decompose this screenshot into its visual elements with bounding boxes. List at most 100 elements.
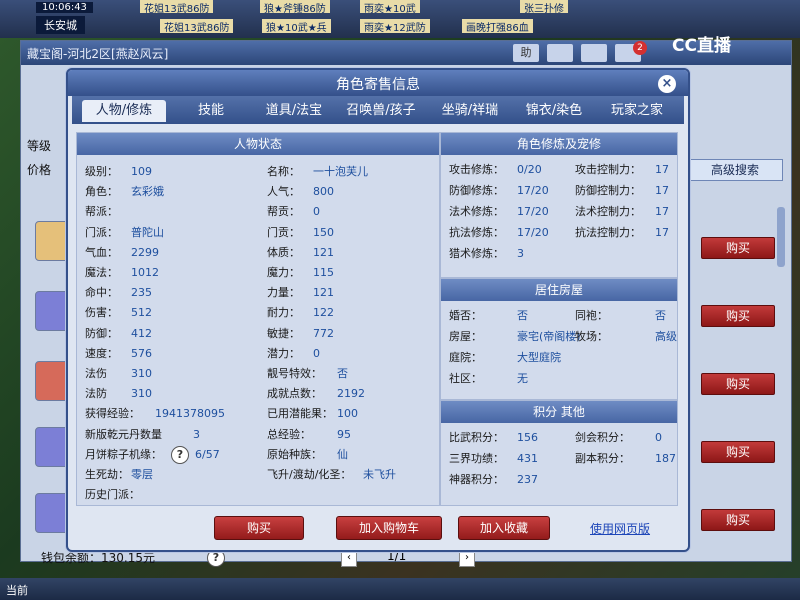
stat-label: 速度：: [85, 346, 118, 360]
stat-label: 防御修炼：: [449, 184, 504, 197]
team-notice[interactable]: 花姐13武86防: [140, 0, 214, 15]
buy-button[interactable]: 购买: [701, 237, 775, 259]
add-to-favorites-button[interactable]: 加入收藏: [458, 516, 550, 540]
panel-header: 积分 其他: [441, 401, 677, 423]
notification-badge: 2: [633, 41, 647, 55]
character-status-panel: 人物状态 级别： 109 角色： 玄彩娥 帮派： 门派： 普陀山 气血： 2299 魔法： 1012…: [76, 132, 440, 506]
stat-value: 576: [131, 346, 152, 360]
stat-value: 512: [131, 306, 152, 320]
score-panel: 积分 其他 比武积分： 156 剑会积分： 0 三界功绩： 431 副本积分： 187 神器积分…: [440, 400, 678, 506]
tab-items[interactable]: 道具/法宝: [254, 100, 334, 122]
stat-label: 剑会积分：: [575, 431, 630, 444]
stat-row: 耐力： 122: [267, 304, 334, 320]
stat-row: 级别： 109: [85, 163, 152, 179]
stat-value: 豪宅(帝阁楼): [517, 330, 581, 343]
stat-value: 115: [313, 266, 334, 279]
dialog-title-bar: 角色寄售信息 ×: [68, 70, 688, 96]
add-to-cart-button[interactable]: 加入购物车: [336, 516, 442, 540]
stat-label: 攻击修炼：: [449, 163, 504, 176]
channel-label[interactable]: 当前: [6, 582, 28, 598]
buy-button[interactable]: 购买: [701, 509, 775, 531]
stat-value: 否: [517, 309, 528, 322]
stat-value: 大型庭院: [517, 351, 561, 364]
stat-row: 总经验： 95: [267, 426, 351, 442]
tab-home[interactable]: 玩家之家: [596, 100, 678, 122]
stat-label: 历史门派：: [85, 488, 140, 502]
stat-label: 获得经验：: [85, 407, 140, 421]
tab-mounts[interactable]: 坐骑/祥瑞: [428, 100, 512, 122]
panel-header: 角色修炼及宠修: [441, 133, 677, 155]
close-button[interactable]: ×: [658, 75, 676, 93]
stat-row: 法伤 310: [85, 365, 152, 381]
stat-label: 法术修炼：: [449, 205, 504, 218]
stat-row: 防御： 412: [85, 325, 152, 341]
stat-value: 150: [313, 225, 334, 239]
stat-row: 婚否： 否: [449, 307, 528, 323]
stat-value: 431: [517, 452, 538, 465]
team-notice[interactable]: 狼★斧锤86防: [260, 0, 330, 15]
stat-value: 237: [517, 473, 538, 486]
stat-label: 敏捷：: [267, 326, 300, 340]
stat-value: 95: [337, 427, 351, 441]
stat-label: 月饼粽子机缘：: [85, 447, 162, 461]
buy-button[interactable]: 购买: [701, 305, 775, 327]
stat-row: 房屋： 豪宅(帝阁楼): [449, 328, 581, 344]
buy-button[interactable]: 购买: [214, 516, 304, 540]
help-icon[interactable]: ?: [171, 445, 189, 464]
buy-button[interactable]: 购买: [701, 441, 775, 463]
buy-button[interactable]: 购买: [701, 373, 775, 395]
team-notice[interactable]: 雨奕★12武防: [360, 19, 430, 34]
scrollbar-thumb[interactable]: [777, 207, 785, 267]
stat-row: 气血： 2299: [85, 244, 159, 260]
stat-row: 体质： 121: [267, 244, 334, 260]
tab-character[interactable]: 人物/修炼: [82, 100, 166, 122]
use-web-version-link[interactable]: 使用网页版: [590, 520, 650, 537]
stat-label: 飞升/渡劫/化圣：: [267, 468, 352, 481]
stat-value: 17: [655, 205, 669, 218]
stat-value: 0: [655, 431, 662, 444]
stat-label: 三界功绩：: [449, 452, 504, 465]
stat-value: 2192: [337, 387, 365, 401]
stat-row: 副本积分： 187: [575, 450, 676, 466]
stat-value: 一十泡芙儿: [313, 165, 368, 178]
stat-row: 靓号特效： 否: [267, 365, 348, 381]
stat-row: 飞升/渡劫/化圣： 未飞升: [267, 466, 396, 482]
stat-row: 门派： 普陀山: [85, 224, 164, 240]
stat-row: 比武积分： 156: [449, 429, 538, 445]
share-icon[interactable]: [547, 44, 573, 62]
help-button[interactable]: 助: [513, 44, 539, 62]
tab-skills[interactable]: 技能: [172, 100, 250, 122]
stat-value: 高级: [655, 330, 677, 343]
stat-row: 抗法修炼： 17/20: [449, 224, 549, 240]
stat-row: 历史门派：: [85, 486, 140, 502]
role-sale-info-dialog: 角色寄售信息 × 人物/修炼 技能 道具/法宝 召唤兽/孩子 坐骑/祥瑞 锦衣/…: [66, 68, 690, 552]
stat-label: 比武积分：: [449, 431, 504, 444]
tab-pets[interactable]: 召唤兽/孩子: [336, 100, 426, 122]
stat-row: 三界功绩： 431: [449, 450, 538, 466]
stat-value: 187: [655, 452, 676, 465]
stat-label: 力量：: [267, 286, 300, 300]
team-notice[interactable]: 花姐13武86防: [160, 19, 234, 34]
stat-row: 猎术修炼： 3: [449, 245, 524, 261]
team-notice[interactable]: 张三扑修: [520, 0, 568, 15]
stat-label: 伤害：: [85, 306, 118, 320]
stat-label: 副本积分：: [575, 452, 630, 465]
stat-row: 命中： 235: [85, 284, 152, 300]
team-notice[interactable]: 狼★10武★兵: [262, 19, 331, 34]
stat-row: 名称： 一十泡芙儿: [267, 163, 368, 179]
bottom-taskbar: 当前: [0, 578, 800, 600]
stat-label: 潜力：: [267, 346, 300, 360]
stat-value: 玄彩娥: [131, 185, 164, 199]
advanced-search-button[interactable]: 高级搜索: [687, 159, 783, 181]
stat-label: 房屋：: [449, 330, 482, 343]
tab-costumes[interactable]: 锦衣/染色: [514, 100, 594, 122]
stat-label: 原始种族：: [267, 447, 322, 461]
current-city[interactable]: 长安城: [36, 16, 85, 34]
team-notice[interactable]: 画晚打强86血: [462, 19, 533, 34]
stop-icon[interactable]: [581, 44, 607, 62]
shop-title: 藏宝阁-河北2区[燕赵风云]: [27, 47, 169, 61]
stat-row: 防御修炼： 17/20: [449, 182, 549, 198]
team-notice[interactable]: 雨奕★10武: [360, 0, 420, 15]
stat-value: 109: [131, 165, 152, 178]
stat-value: 否: [337, 367, 348, 380]
